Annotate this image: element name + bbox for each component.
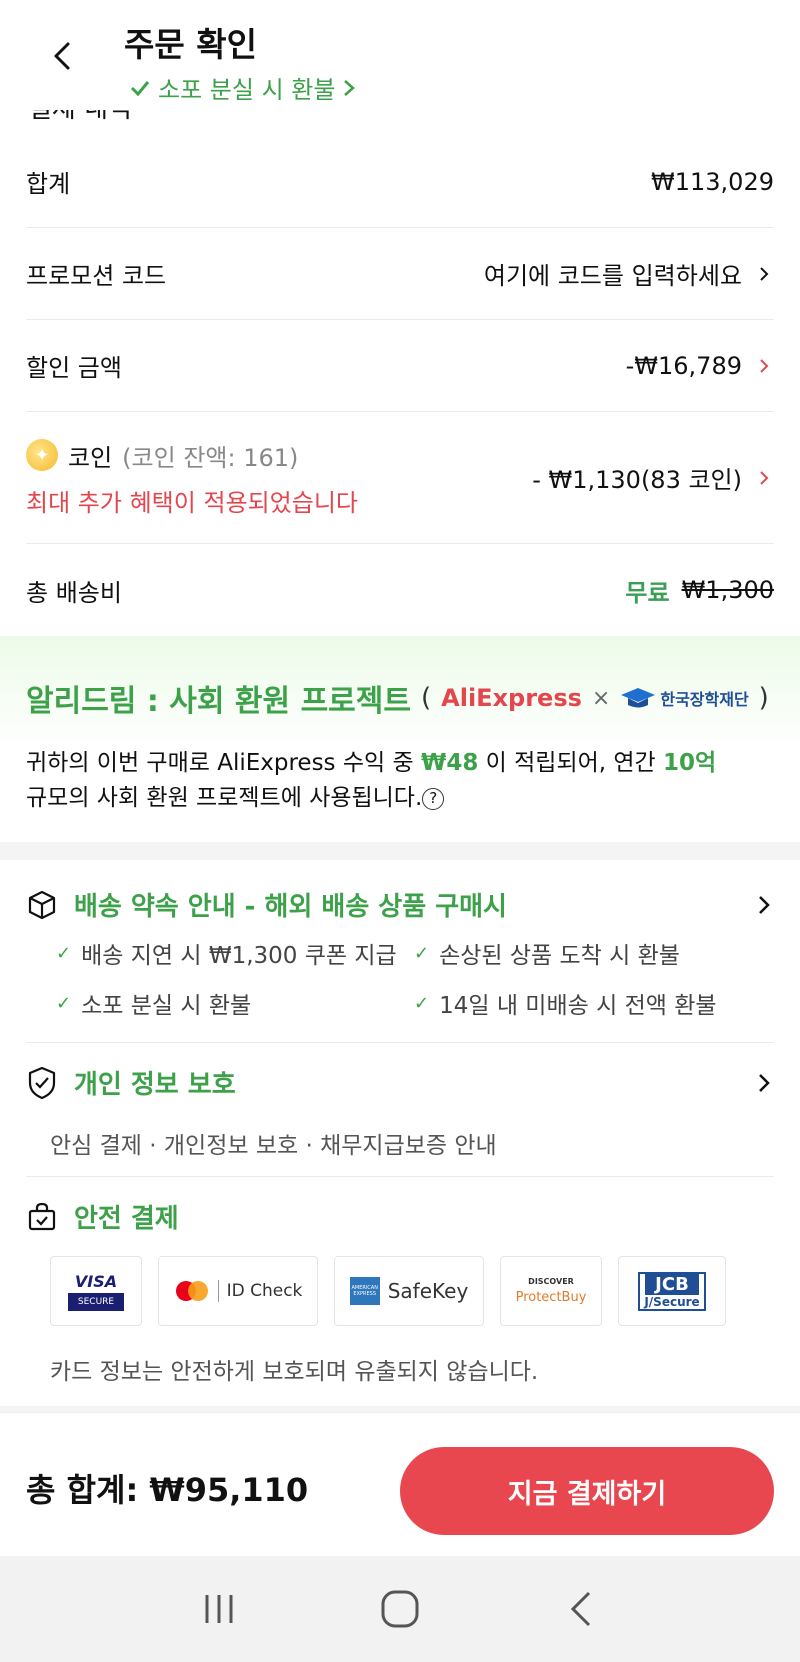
visa-secure-logo: VISA SECURE bbox=[50, 1256, 142, 1326]
payment-security-logos: VISA SECURE ID Check AMERICAN EXPRESS Sa… bbox=[50, 1256, 726, 1326]
divider bbox=[26, 1176, 774, 1177]
package-icon bbox=[28, 890, 56, 919]
chevron-right-icon bbox=[759, 895, 770, 914]
ali-dream-title: 알리드림 : 사회 환원 프로젝트 bbox=[26, 684, 411, 719]
mastercard-id-check-logo: ID Check bbox=[158, 1256, 318, 1326]
home-icon[interactable] bbox=[378, 1587, 422, 1631]
back-icon[interactable] bbox=[561, 1589, 601, 1629]
refund-guarantee-link[interactable]: 소포 분실 시 환불 bbox=[130, 70, 356, 105]
shipping-free: 무료 bbox=[625, 578, 670, 607]
ali-dream-description: 귀하의 이번 구매로 AliExpress 수익 중 ₩48 이 적립되어, 연… bbox=[26, 750, 717, 811]
delivery-promise-list: ✓ 배송 지연 시 ₩1,300 쿠폰 지급 ✓ 손상된 상품 도착 시 환불 ✓ 소… bbox=[56, 936, 756, 1020]
shipping-label: 총 배송비 bbox=[26, 578, 122, 607]
chevron-right-icon bbox=[760, 358, 769, 373]
delivery-promise-section[interactable]: 배송 약속 안내 - 해외 배송 상품 구매시 bbox=[26, 886, 774, 926]
privacy-subtitle: 안심 결제 · 개인정보 보호 · 채무지급보증 안내 bbox=[50, 1133, 497, 1159]
promo-code-row[interactable]: 프로모션 코드 여기에 코드를 입력하세요 bbox=[26, 228, 774, 320]
header: 주문 확인 소포 분실 시 환불 bbox=[0, 0, 800, 110]
card-security-note: 카드 정보는 안전하게 보호되며 유출되지 않습니다. bbox=[50, 1359, 539, 1385]
system-navigation-bar bbox=[0, 1556, 800, 1662]
chevron-right-icon bbox=[344, 79, 356, 96]
shipping-original-price: ₩1,300 bbox=[681, 576, 774, 604]
list-item: ✓ 손상된 상품 도착 시 환불 bbox=[414, 942, 680, 970]
coin-icon: ✦ bbox=[26, 439, 58, 471]
aliexpress-logo: AliExpress bbox=[441, 684, 582, 712]
list-item: ✓ 소포 분실 시 환불 bbox=[56, 992, 252, 1020]
korea-scholarship-logo: 한국장학재단 bbox=[620, 686, 749, 710]
delivery-promise-title: 배송 약속 안내 - 해외 배송 상품 구매시 bbox=[74, 892, 507, 922]
back-arrow-icon bbox=[54, 42, 70, 70]
order-total: 총 합계: ₩95,110 bbox=[26, 1471, 309, 1509]
discount-row[interactable]: 할인 금액 -₩16,789 bbox=[26, 320, 774, 412]
list-item: ✓ 14일 내 미배송 시 전액 환불 bbox=[414, 992, 717, 1020]
subtotal-value: ₩113,029 bbox=[651, 167, 774, 196]
promo-code-label: 프로모션 코드 bbox=[26, 262, 167, 290]
discount-value: -₩16,789 bbox=[625, 351, 742, 380]
refund-guarantee-label: 소포 분실 시 환불 bbox=[158, 76, 336, 104]
coin-benefit-note: 최대 추가 혜택이 적용되었습니다 bbox=[26, 488, 359, 517]
chevron-right-icon bbox=[760, 470, 769, 485]
secure-payment-section: 안전 결제 bbox=[26, 1198, 774, 1238]
chevron-right-icon bbox=[759, 1073, 770, 1092]
discover-protectbuy-logo: DISCOVER ProtectBuy bbox=[500, 1256, 602, 1326]
check-icon bbox=[130, 80, 150, 96]
subtotal-label: 합계 bbox=[26, 170, 71, 198]
pay-now-button[interactable]: 지금 결제하기 bbox=[400, 1447, 774, 1535]
help-icon[interactable]: ? bbox=[422, 787, 445, 810]
discount-label: 할인 금액 bbox=[26, 354, 122, 382]
recent-apps-icon[interactable] bbox=[199, 1589, 239, 1629]
shipping-row: 총 배송비 무료 ₩1,300 bbox=[26, 544, 774, 636]
jcb-jsecure-logo: JCB J/Secure bbox=[618, 1256, 726, 1326]
privacy-title: 개인 정보 보호 bbox=[74, 1070, 236, 1100]
ali-dream-banner: 알리드림 : 사회 환원 프로젝트 ( AliExpress × 한국장학재단 … bbox=[0, 636, 800, 842]
amex-safekey-logo: AMERICAN EXPRESS SafeKey bbox=[334, 1256, 484, 1326]
coin-balance: (코인 잔액: 161) bbox=[122, 443, 299, 472]
checkout-footer: 총 합계: ₩95,110 지금 결제하기 bbox=[0, 1412, 800, 1556]
chevron-right-icon bbox=[760, 266, 769, 281]
coin-row[interactable]: ✦ 코인 (코인 잔액: 161) 최대 추가 혜택이 적용되었습니다 - ₩1… bbox=[26, 412, 774, 544]
subtotal-row: 합계 ₩113,029 bbox=[26, 136, 774, 228]
back-button[interactable] bbox=[42, 36, 82, 76]
list-item: ✓ 배송 지연 시 ₩1,300 쿠폰 지급 bbox=[56, 942, 397, 970]
section-divider bbox=[0, 842, 800, 860]
secure-bag-icon bbox=[28, 1202, 56, 1230]
secure-payment-title: 안전 결제 bbox=[74, 1204, 179, 1234]
divider bbox=[26, 1042, 774, 1043]
promo-code-input[interactable]: 여기에 코드를 입력하세요 bbox=[484, 256, 742, 291]
shield-check-icon bbox=[28, 1066, 56, 1099]
coin-discount-value: - ₩1,130(83 코인) bbox=[532, 466, 742, 494]
privacy-section[interactable]: 개인 정보 보호 bbox=[26, 1064, 774, 1104]
graduation-cap-icon bbox=[621, 688, 656, 708]
coin-label: 코인 bbox=[68, 443, 113, 472]
page-title: 주문 확인 bbox=[124, 25, 257, 64]
